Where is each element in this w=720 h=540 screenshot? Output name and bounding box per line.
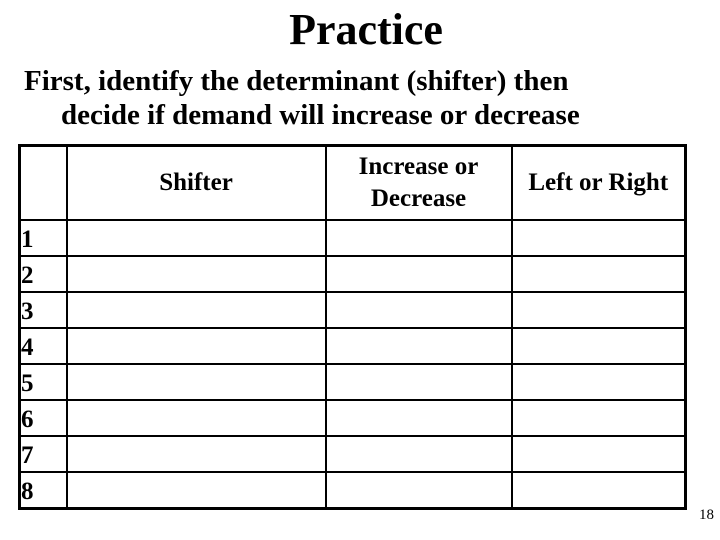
table-row: 4 — [18, 327, 687, 365]
header-left-or-right: Left or Right — [510, 144, 687, 221]
page-number: 18 — [699, 507, 714, 523]
shifter-cell[interactable] — [65, 471, 327, 510]
table-header-row: Shifter Increase or Decrease Left or Rig… — [18, 144, 687, 221]
table-row: 5 — [18, 363, 687, 401]
practice-table: Shifter Increase or Decrease Left or Rig… — [18, 144, 687, 510]
table-row: 3 — [18, 291, 687, 329]
row-number: 3 — [18, 291, 68, 329]
increase-decrease-cell[interactable] — [324, 363, 513, 401]
header-shifter: Shifter — [65, 144, 327, 221]
slide-subtitle: First, identify the determinant (shifter… — [24, 64, 704, 132]
row-number: 6 — [18, 399, 68, 437]
shifter-cell[interactable] — [65, 219, 327, 257]
subtitle-line-1: First, identify the determinant (shifter… — [24, 65, 569, 97]
row-number: 5 — [18, 363, 68, 401]
left-right-cell[interactable] — [510, 219, 687, 257]
left-right-cell[interactable] — [510, 471, 687, 510]
increase-decrease-cell[interactable] — [324, 327, 513, 365]
header-number — [18, 144, 68, 221]
table-row: 8 — [18, 471, 687, 510]
increase-decrease-cell[interactable] — [324, 255, 513, 293]
left-right-cell[interactable] — [510, 363, 687, 401]
table-row: 7 — [18, 435, 687, 473]
left-right-cell[interactable] — [510, 255, 687, 293]
row-number: 7 — [18, 435, 68, 473]
increase-decrease-cell[interactable] — [324, 291, 513, 329]
left-right-cell[interactable] — [510, 399, 687, 437]
table-row: 6 — [18, 399, 687, 437]
increase-decrease-cell[interactable] — [324, 435, 513, 473]
header-increase-or-decrease: Increase or Decrease — [324, 144, 513, 221]
row-number: 4 — [18, 327, 68, 365]
shifter-cell[interactable] — [65, 363, 327, 401]
shifter-cell[interactable] — [65, 435, 327, 473]
shifter-cell[interactable] — [65, 399, 327, 437]
shifter-cell[interactable] — [65, 327, 327, 365]
shifter-cell[interactable] — [65, 291, 327, 329]
slide-title: Practice — [289, 5, 443, 54]
subtitle-line-2: decide if demand will increase or decrea… — [61, 99, 580, 131]
table-row: 2 — [18, 255, 687, 293]
shifter-cell[interactable] — [65, 255, 327, 293]
increase-decrease-cell[interactable] — [324, 219, 513, 257]
left-right-cell[interactable] — [510, 327, 687, 365]
table-row: 1 — [18, 219, 687, 257]
increase-decrease-cell[interactable] — [324, 471, 513, 510]
left-right-cell[interactable] — [510, 435, 687, 473]
left-right-cell[interactable] — [510, 291, 687, 329]
row-number: 1 — [18, 219, 68, 257]
row-number: 8 — [18, 471, 68, 510]
increase-decrease-cell[interactable] — [324, 399, 513, 437]
row-number: 2 — [18, 255, 68, 293]
